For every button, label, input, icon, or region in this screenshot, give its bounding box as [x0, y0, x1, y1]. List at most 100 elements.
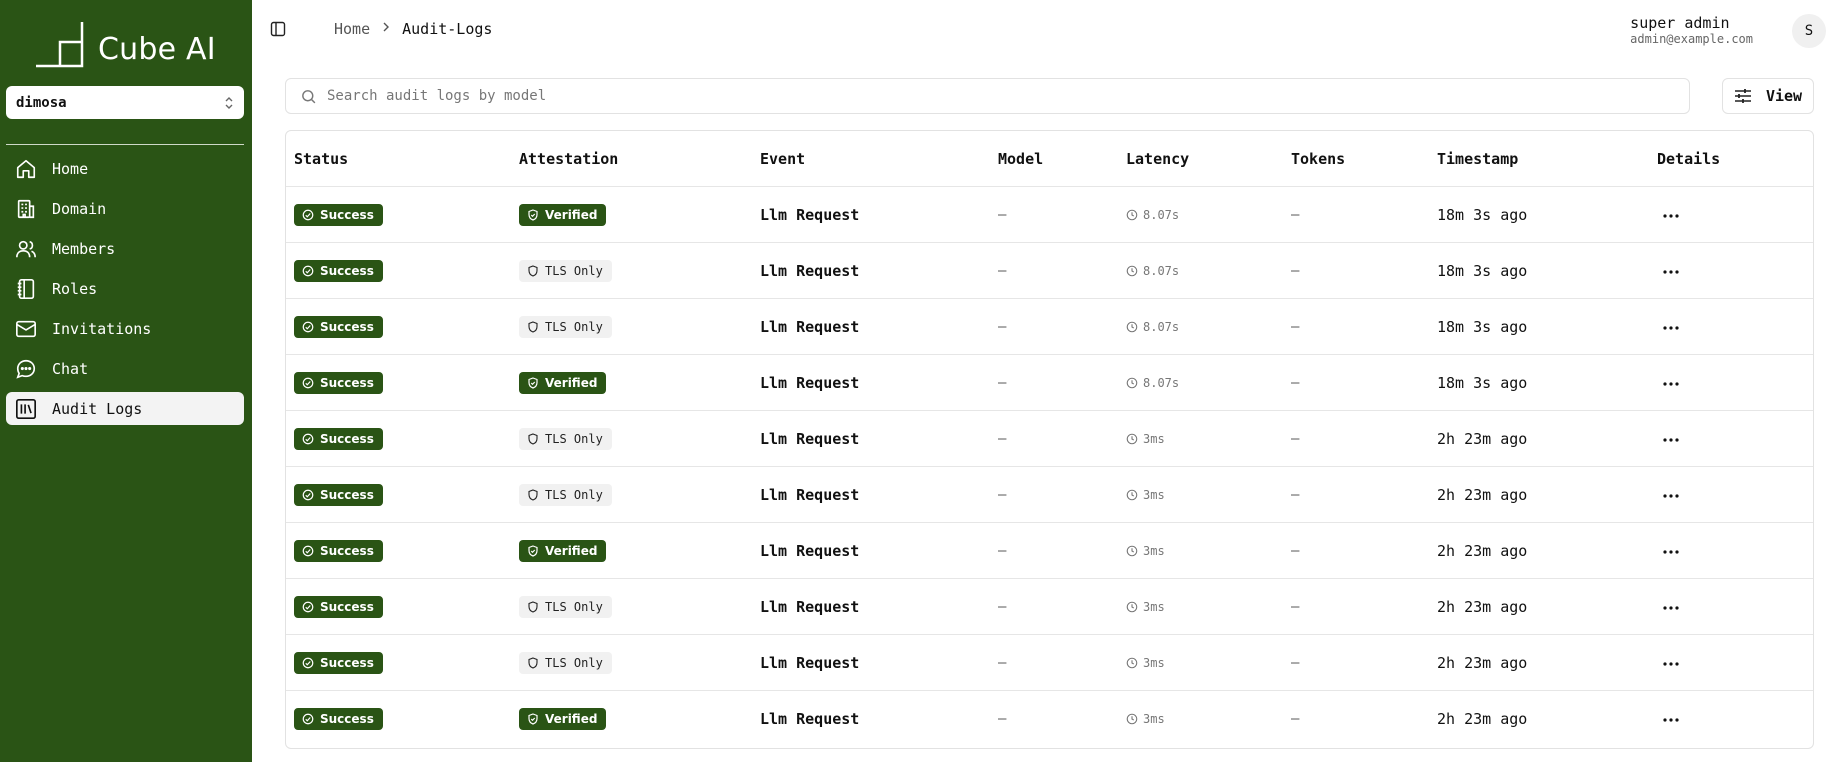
attestation-cell: TLS Only [519, 467, 612, 522]
breadcrumb-current: Audit-Logs [402, 20, 493, 38]
latency-value: 8.07s [1143, 263, 1180, 278]
sidebar-item-home[interactable]: Home [6, 152, 244, 185]
breadcrumb-home-link[interactable]: Home [334, 20, 370, 38]
model-cell: — [998, 598, 1007, 615]
sidebar-item-chat[interactable]: Chat [6, 352, 244, 385]
sidebar-item-members[interactable]: Members [6, 232, 244, 265]
clock-icon [1126, 545, 1138, 557]
status-badge: Success [294, 203, 383, 226]
table-row[interactable]: Success TLS Only Llm Request — 8.07s — 18m 3s … [286, 243, 1813, 299]
shield-icon [527, 600, 539, 613]
search-input[interactable] [327, 88, 1627, 104]
attestation-label: TLS Only [545, 599, 603, 614]
sidebar-toggle-icon[interactable] [270, 21, 286, 37]
event-cell: Llm Request [760, 710, 860, 728]
latency-cell: 8.07s [1126, 355, 1179, 410]
more-actions-icon[interactable] [1657, 426, 1685, 452]
tokens-cell: — [1291, 318, 1300, 335]
attestation-label: Verified [545, 712, 598, 726]
more-actions-icon[interactable] [1657, 370, 1685, 396]
avatar[interactable]: S [1792, 14, 1826, 48]
status-label: Success [320, 263, 374, 278]
view-options-button[interactable]: View [1722, 78, 1814, 114]
column-header-latency[interactable]: Latency [1126, 131, 1189, 186]
status-cell: Success [294, 187, 383, 242]
sidebar-item-label: Roles [52, 279, 98, 298]
status-label: Success [320, 543, 374, 558]
chevrons-up-down-icon [224, 96, 234, 110]
more-actions-icon[interactable] [1657, 202, 1685, 228]
clock-icon [1126, 433, 1138, 445]
column-header-model[interactable]: Model [998, 131, 1043, 186]
attestation-badge: Verified [519, 371, 607, 394]
table-row[interactable]: Success Verified Llm Request — 3ms — 2h 23m ag… [286, 523, 1813, 579]
user-name: super admin [1630, 14, 1730, 32]
shield-icon [527, 656, 539, 669]
column-header-status[interactable]: Status [294, 131, 348, 186]
event-cell: Llm Request [760, 205, 860, 224]
event-cell: Llm Request [760, 541, 860, 560]
table-row[interactable]: Success TLS Only Llm Request — 3ms — 2h 23m ag… [286, 467, 1813, 523]
column-header-event[interactable]: Event [760, 131, 805, 186]
status-cell: Success [294, 299, 383, 354]
event-cell: Llm Request [760, 373, 860, 392]
column-header-tokens[interactable]: Tokens [1291, 131, 1345, 186]
table-row[interactable]: Success Verified Llm Request — 3ms — 2h 23m ag… [286, 691, 1813, 747]
table-row[interactable]: Success TLS Only Llm Request — 3ms — 2h 23m ag… [286, 635, 1813, 691]
status-cell: Success [294, 243, 383, 298]
status-label: Success [320, 599, 374, 614]
sidebar-item-audit-logs[interactable]: Audit Logs [6, 392, 244, 425]
workspace-name: dimosa [16, 94, 67, 111]
more-actions-icon[interactable] [1657, 538, 1685, 564]
event-cell: Llm Request [760, 653, 860, 672]
latency-value-wrap: 8.07s [1126, 264, 1179, 278]
tokens-cell: — [1291, 374, 1300, 391]
latency-cell: 8.07s [1126, 187, 1179, 242]
more-actions-icon[interactable] [1657, 594, 1685, 620]
more-actions-icon[interactable] [1657, 650, 1685, 676]
timestamp-cell: 18m 3s ago [1437, 317, 1528, 336]
status-badge: Success [294, 483, 383, 506]
model-cell: — [998, 262, 1007, 279]
tokens-cell: — [1291, 486, 1300, 503]
table-row[interactable]: Success TLS Only Llm Request — 3ms — 2h 23m ag… [286, 411, 1813, 467]
breadcrumb: Home Audit-Logs [334, 20, 492, 38]
latency-value-wrap: 8.07s [1126, 376, 1179, 390]
more-actions-icon[interactable] [1657, 258, 1685, 284]
details-cell [1657, 579, 1685, 634]
attestation-badge: Verified [519, 539, 607, 562]
shield-icon [527, 488, 539, 501]
column-header-attestation[interactable]: Attestation [519, 131, 618, 186]
sidebar-item-roles[interactable]: Roles [6, 272, 244, 305]
status-cell: Success [294, 355, 383, 410]
attestation-cell: Verified [519, 187, 607, 242]
table-row[interactable]: Success TLS Only Llm Request — 8.07s — 18m 3s … [286, 299, 1813, 355]
event-cell: Llm Request [760, 485, 860, 504]
more-actions-icon[interactable] [1657, 314, 1685, 340]
clock-icon [1126, 265, 1138, 277]
table-row[interactable]: Success TLS Only Llm Request — 3ms — 2h 23m ag… [286, 579, 1813, 635]
status-badge: Success [294, 651, 383, 674]
app-logo[interactable]: Cube AI [36, 16, 216, 68]
attestation-badge: TLS Only [519, 315, 612, 338]
clock-icon [1126, 377, 1138, 389]
table-row[interactable]: Success Verified Llm Request — 8.07s — 18m 3s … [286, 187, 1813, 243]
status-cell: Success [294, 523, 383, 578]
more-actions-icon[interactable] [1657, 706, 1685, 732]
latency-cell: 3ms [1126, 467, 1165, 522]
timestamp-cell: 18m 3s ago [1437, 261, 1528, 280]
sidebar-item-invitations[interactable]: Invitations [6, 312, 244, 345]
check-circle-icon [302, 489, 314, 501]
check-circle-icon [302, 713, 314, 725]
column-header-details[interactable]: Details [1657, 131, 1720, 186]
latency-value: 8.07s [1143, 207, 1180, 222]
more-actions-icon[interactable] [1657, 482, 1685, 508]
latency-value: 3ms [1143, 655, 1165, 670]
sidebar-item-domain[interactable]: Domain [6, 192, 244, 225]
workspace-selector[interactable]: dimosa [6, 86, 244, 119]
details-cell [1657, 299, 1685, 354]
table-row[interactable]: Success Verified Llm Request — 8.07s — 18m 3s … [286, 355, 1813, 411]
column-header-timestamp[interactable]: Timestamp [1437, 131, 1518, 186]
sidebar-item-label: Invitations [52, 319, 152, 338]
status-label: Success [320, 431, 374, 446]
